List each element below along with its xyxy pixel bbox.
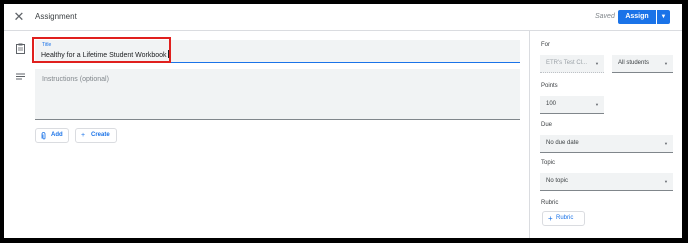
due-label: Due	[541, 122, 553, 128]
assignment-icon	[16, 43, 25, 57]
assignment-window: ✕ Assignment Saved Assign ▼ Title Health…	[4, 4, 682, 238]
settings-panel: For ETR's Test Cl... ▼ All students ▼ Po…	[529, 31, 682, 238]
for-label: For	[541, 42, 550, 48]
points-label: Points	[541, 83, 558, 89]
class-select[interactable]: ETR's Test Cl... ▼	[540, 55, 604, 73]
create-button-label: Create	[91, 132, 110, 138]
add-rubric-button[interactable]: + Rubric	[542, 211, 585, 226]
chevron-down-icon: ▼	[664, 61, 668, 66]
paperclip-icon	[41, 129, 46, 145]
close-icon[interactable]: ✕	[13, 10, 25, 23]
add-button-label: Add	[51, 132, 63, 138]
topic-select-value: No topic	[546, 178, 569, 184]
chevron-down-icon: ▼	[664, 179, 668, 184]
chevron-down-icon: ▼	[660, 14, 667, 20]
add-rubric-label: Rubric	[556, 215, 574, 221]
topic-select[interactable]: No topic ▼	[540, 173, 673, 191]
students-select[interactable]: All students ▼	[612, 55, 673, 73]
top-bar: ✕ Assignment Saved Assign ▼	[4, 4, 682, 31]
title-highlight-box	[32, 37, 171, 63]
assign-button-group: Assign ▼	[618, 10, 670, 24]
rubric-label: Rubric	[541, 200, 559, 206]
instructions-field[interactable]: Instructions (optional)	[35, 69, 520, 120]
page-title: Assignment	[35, 12, 77, 21]
add-button[interactable]: Add	[35, 128, 69, 143]
saved-status: Saved	[595, 13, 615, 20]
plus-icon: +	[81, 132, 86, 139]
class-select-value: ETR's Test Cl...	[546, 60, 588, 66]
chevron-down-icon: ▼	[595, 61, 599, 66]
due-select-value: No due date	[546, 140, 579, 146]
assign-button[interactable]: Assign	[618, 10, 656, 24]
chevron-down-icon: ▼	[664, 141, 668, 146]
assign-options-button[interactable]: ▼	[657, 10, 670, 24]
topic-label: Topic	[541, 160, 556, 166]
plus-icon: +	[548, 214, 553, 223]
points-select-value: 100	[546, 101, 557, 107]
instructions-placeholder: Instructions (optional)	[42, 76, 109, 83]
notes-icon	[16, 73, 25, 83]
due-select[interactable]: No due date ▼	[540, 135, 673, 153]
chevron-down-icon: ▼	[595, 102, 599, 107]
create-button[interactable]: + Create	[75, 128, 117, 143]
students-select-value: All students	[618, 60, 650, 66]
points-select[interactable]: 100 ▼	[540, 96, 604, 114]
